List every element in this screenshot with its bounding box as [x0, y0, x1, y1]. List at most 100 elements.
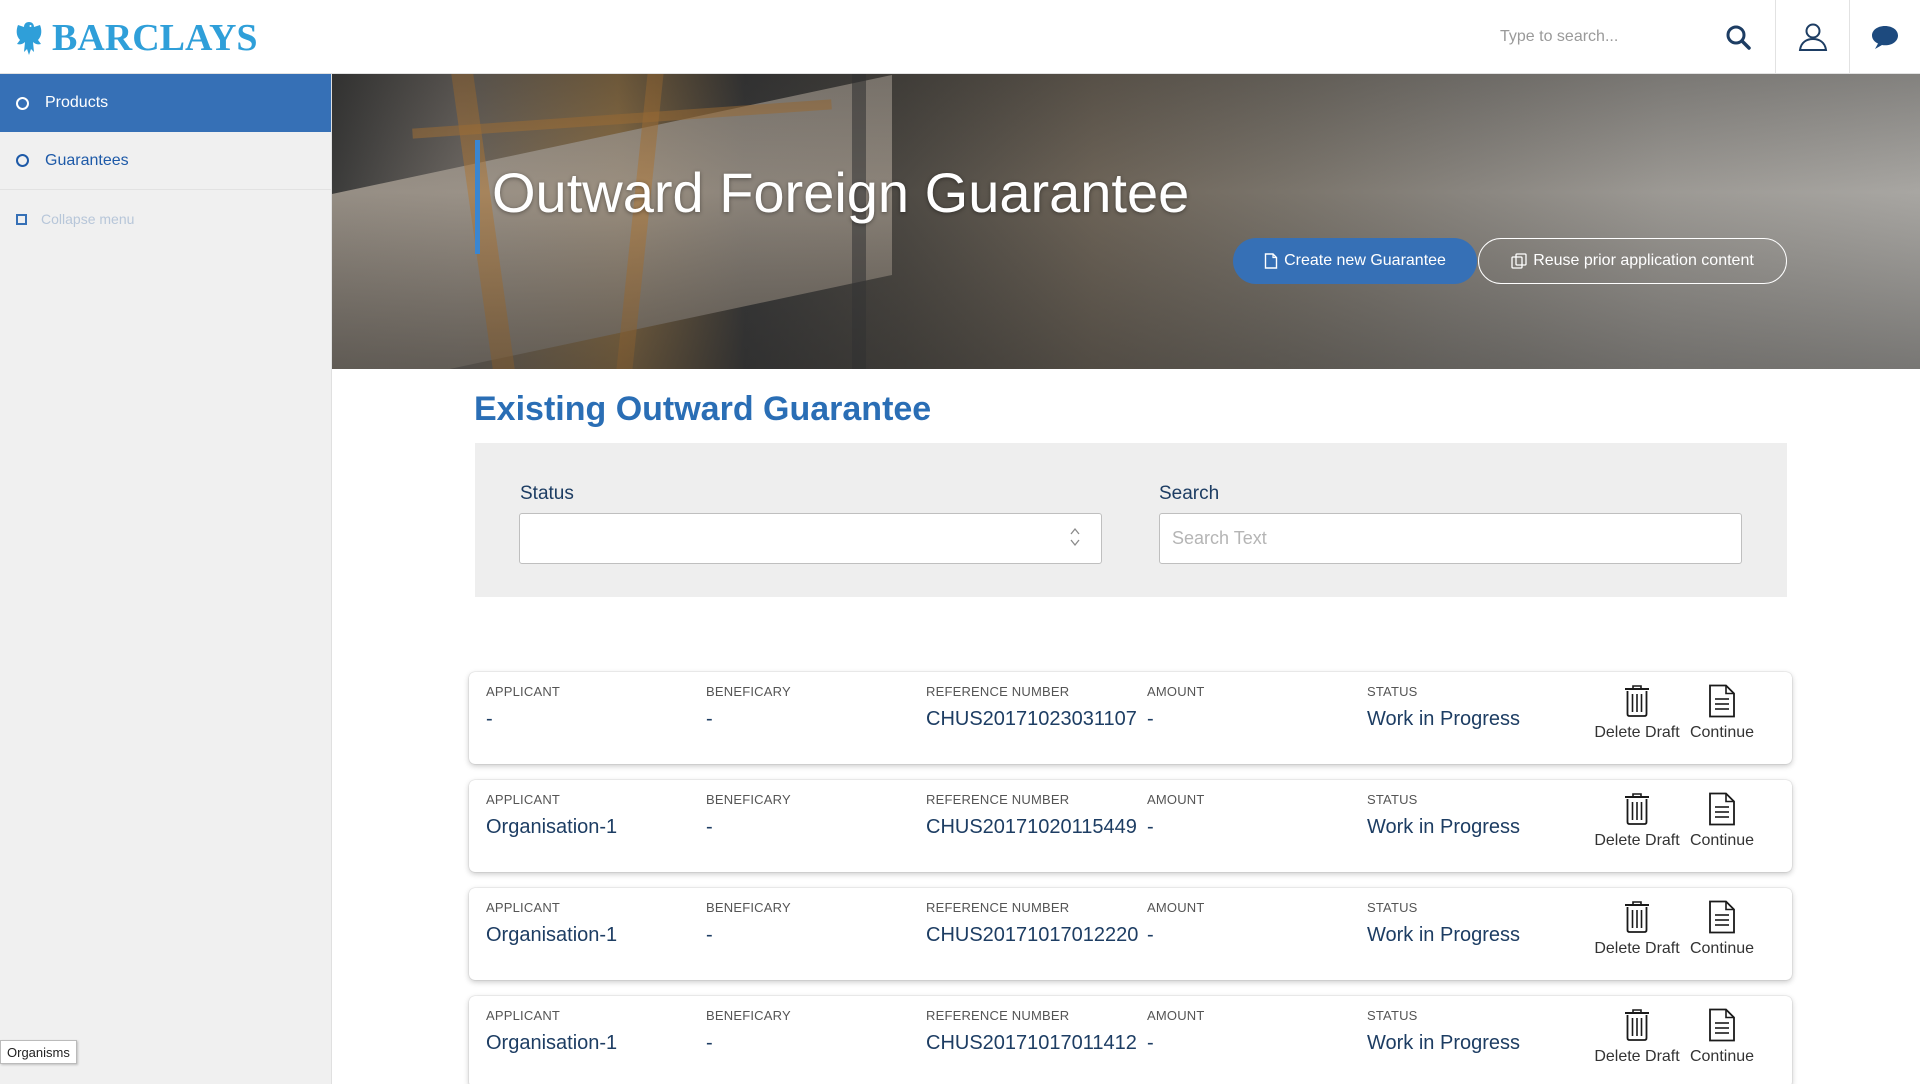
chevron-up-down-icon	[1069, 526, 1081, 552]
applicant-value: Organisation-1	[486, 1032, 618, 1054]
applicant-column: APPLICANT Organisation-1	[486, 900, 617, 947]
hero-title-accent	[475, 140, 480, 254]
sidebar-item-guarantees[interactable]: Guarantees	[0, 132, 331, 190]
beneficiary-header: BENEFICARY	[706, 684, 791, 699]
create-new-guarantee-button[interactable]: Create new Guarantee	[1233, 238, 1477, 284]
amount-column: AMOUNT -	[1147, 900, 1205, 947]
continue-button[interactable]: Continue	[1677, 684, 1767, 742]
amount-column: AMOUNT -	[1147, 684, 1205, 731]
amount-value: -	[1147, 816, 1154, 838]
amount-value: -	[1147, 924, 1154, 946]
beneficiary-column: BENEFICARY -	[706, 900, 791, 947]
circle-icon	[16, 96, 29, 110]
organisms-tag[interactable]: Organisms	[0, 1040, 77, 1064]
copy-icon	[1511, 253, 1527, 269]
trash-icon	[1625, 685, 1649, 717]
sidebar-item-products[interactable]: Products	[0, 74, 331, 132]
applicant-column: APPLICANT Organisation-1	[486, 792, 617, 839]
circle-icon	[16, 154, 29, 167]
beneficiary-value: -	[706, 924, 713, 946]
reference-value: CHUS20171023031107	[926, 708, 1137, 730]
reference-column: REFERENCE NUMBER CHUS20171023031107	[926, 684, 1137, 731]
status-value: Work in Progress	[1367, 708, 1521, 730]
sidebar: Products Guarantees Collapse menu	[0, 74, 332, 1084]
reference-value: CHUS20171020115449	[926, 816, 1137, 838]
applicant-value: Organisation-1	[486, 924, 618, 946]
logo-text: BARCLAYS	[52, 17, 258, 59]
applicant-header: APPLICANT	[486, 792, 561, 807]
global-search-input[interactable]	[1500, 28, 1700, 46]
trash-icon	[1625, 901, 1649, 933]
reference-column: REFERENCE NUMBER CHUS20171017011412	[926, 1008, 1137, 1055]
amount-header: AMOUNT	[1147, 792, 1205, 807]
beneficiary-header: BENEFICARY	[706, 900, 791, 915]
delete-draft-label: Delete Draft	[1594, 1048, 1680, 1065]
applicant-value: -	[486, 708, 493, 730]
top-header: BARCLAYS	[0, 0, 1920, 74]
create-new-guarantee-label: Create new Guarantee	[1284, 252, 1446, 269]
delete-draft-button[interactable]: Delete Draft	[1592, 900, 1682, 958]
applicant-header: APPLICANT	[486, 900, 561, 915]
square-icon	[16, 213, 27, 225]
delete-draft-button[interactable]: Delete Draft	[1592, 684, 1682, 742]
chat-button[interactable]	[1849, 0, 1920, 74]
document-icon	[1709, 684, 1735, 718]
delete-draft-button[interactable]: Delete Draft	[1592, 1008, 1682, 1066]
search-button[interactable]	[1718, 0, 1758, 74]
applicant-column: APPLICANT -	[486, 684, 560, 731]
continue-button[interactable]: Continue	[1677, 792, 1767, 850]
status-filter-label: Status	[520, 483, 574, 504]
document-icon	[1709, 900, 1735, 934]
status-value: Work in Progress	[1367, 924, 1521, 946]
sidebar-item-label: Products	[45, 94, 109, 111]
reference-column: REFERENCE NUMBER CHUS20171017012220	[926, 900, 1138, 947]
beneficiary-value: -	[706, 816, 713, 838]
reference-header: REFERENCE NUMBER	[926, 684, 1070, 699]
status-column: STATUS Work in Progress	[1367, 792, 1520, 839]
guarantee-card: APPLICANT Organisation-1 BENEFICARY - RE…	[469, 780, 1792, 872]
continue-button[interactable]: Continue	[1677, 900, 1767, 958]
continue-label: Continue	[1689, 940, 1755, 957]
guarantee-card: APPLICANT Organisation-1 BENEFICARY - RE…	[469, 996, 1792, 1084]
applicant-column: APPLICANT Organisation-1	[486, 1008, 617, 1055]
delete-draft-label: Delete Draft	[1594, 724, 1680, 741]
filter-panel: Status Search	[475, 443, 1787, 597]
trash-icon	[1625, 793, 1649, 825]
delete-draft-label: Delete Draft	[1594, 940, 1680, 957]
beneficiary-value: -	[706, 1032, 713, 1054]
document-icon	[1709, 792, 1735, 826]
reference-header: REFERENCE NUMBER	[926, 1008, 1070, 1023]
page-title: Outward Foreign Guarantee	[492, 161, 1190, 224]
reference-header: REFERENCE NUMBER	[926, 792, 1070, 807]
continue-label: Continue	[1689, 832, 1755, 849]
beneficiary-column: BENEFICARY -	[706, 792, 791, 839]
amount-header: AMOUNT	[1147, 1008, 1205, 1023]
eagle-logo-icon	[16, 22, 42, 55]
continue-label: Continue	[1689, 724, 1755, 741]
beneficiary-header: BENEFICARY	[706, 1008, 791, 1023]
collapse-menu-button[interactable]: Collapse menu	[0, 190, 331, 248]
document-icon	[1709, 1008, 1735, 1042]
search-icon	[1726, 25, 1751, 50]
beneficiary-column: BENEFICARY -	[706, 1008, 791, 1055]
search-text-input[interactable]	[1159, 513, 1742, 564]
delete-draft-button[interactable]: Delete Draft	[1592, 792, 1682, 850]
beneficiary-column: BENEFICARY -	[706, 684, 791, 731]
reference-value: CHUS20171017012220	[926, 924, 1139, 946]
continue-button[interactable]: Continue	[1677, 1008, 1767, 1066]
amount-column: AMOUNT -	[1147, 1008, 1205, 1055]
status-select[interactable]	[519, 513, 1102, 564]
status-header: STATUS	[1367, 1008, 1418, 1023]
user-profile-button[interactable]	[1775, 0, 1849, 74]
status-value: Work in Progress	[1367, 1032, 1521, 1054]
continue-label: Continue	[1689, 1048, 1755, 1065]
status-column: STATUS Work in Progress	[1367, 1008, 1520, 1055]
reference-value: CHUS20171017011412	[926, 1032, 1137, 1054]
reference-column: REFERENCE NUMBER CHUS20171020115449	[926, 792, 1137, 839]
reuse-prior-application-button[interactable]: Reuse prior application content	[1478, 238, 1787, 284]
status-value: Work in Progress	[1367, 816, 1521, 838]
applicant-value: Organisation-1	[486, 816, 618, 838]
status-header: STATUS	[1367, 684, 1418, 699]
amount-value: -	[1147, 1032, 1154, 1054]
barclays-logo[interactable]: BARCLAYS	[12, 18, 258, 58]
